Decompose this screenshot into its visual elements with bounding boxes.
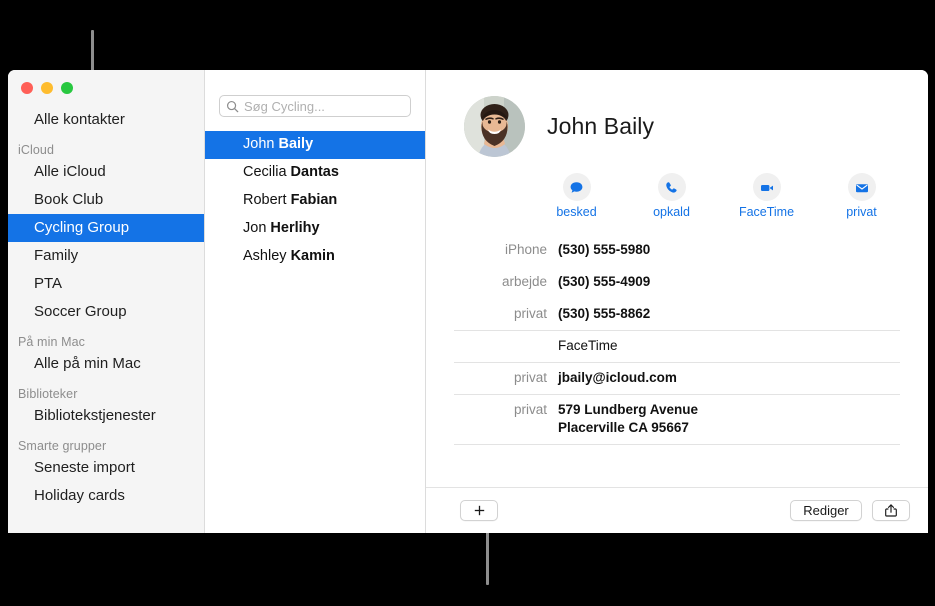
field-label: iPhone — [454, 241, 558, 259]
contact-last-name: Baily — [278, 136, 313, 152]
video-camera-icon — [753, 173, 781, 201]
sidebar-item-seneste-import[interactable]: Seneste import — [8, 454, 204, 482]
sidebar-item-pta[interactable]: PTA — [8, 270, 204, 298]
sidebar-group-header-icloud: iCloud — [8, 143, 204, 158]
contact-first-name: John — [243, 136, 278, 152]
email-action-label: privat — [846, 205, 877, 219]
close-window-button[interactable] — [21, 82, 33, 94]
sidebar-item-book-club[interactable]: Book Club — [8, 186, 204, 214]
avatar[interactable] — [464, 96, 525, 157]
sidebar-item-family[interactable]: Family — [8, 242, 204, 270]
list-item[interactable]: Robert Fabian — [205, 187, 425, 215]
field-label: arbejde — [454, 273, 558, 291]
field-value: jbaily@icloud.com — [558, 369, 677, 387]
contact-first-name: Ashley — [243, 248, 291, 264]
field-value: FaceTime — [558, 337, 618, 355]
list-item[interactable]: Cecilia Dantas — [205, 159, 425, 187]
window-controls — [8, 70, 204, 94]
sidebar-item-alle-pa-min-mac[interactable]: Alle på min Mac — [8, 350, 204, 378]
page-title: John Baily — [547, 113, 654, 140]
contact-last-name: Fabian — [291, 192, 338, 208]
call-action-button[interactable]: opkald — [639, 173, 704, 219]
sidebar-group-header-biblioteker: Biblioteker — [8, 387, 204, 402]
contacts-window: Alle kontakter iCloud Alle iCloud Book C… — [8, 70, 928, 533]
facetime-action-button[interactable]: FaceTime — [734, 173, 799, 219]
field-row-address[interactable]: privat 579 Lundberg Avenue Placerville C… — [454, 395, 900, 445]
detail-toolbar: Rediger — [426, 487, 928, 533]
sidebar-group-header-pa-min-mac: På min Mac — [8, 335, 204, 350]
sidebar-item-cycling-group[interactable]: Cycling Group — [8, 214, 204, 242]
address-line-2: Placerville CA 95667 — [558, 419, 698, 437]
field-row-iphone[interactable]: iPhone (530) 555-5980 — [454, 235, 900, 267]
field-row-email[interactable]: privat jbaily@icloud.com — [454, 363, 900, 395]
callout-line-top — [91, 30, 94, 74]
avatar-photo — [464, 96, 525, 157]
contact-detail-panel: John Baily besked opkald — [426, 70, 928, 533]
field-row-arbejde[interactable]: arbejde (530) 555-4909 — [454, 267, 900, 299]
message-action-label: besked — [556, 205, 596, 219]
minimize-window-button[interactable] — [41, 82, 53, 94]
sidebar-item-bibliotekstjenester[interactable]: Bibliotekstjenester — [8, 402, 204, 430]
facetime-action-label: FaceTime — [739, 205, 794, 219]
sidebar-item-alle-kontakter[interactable]: Alle kontakter — [8, 106, 204, 134]
phone-icon — [658, 173, 686, 201]
contact-last-name: Herlihy — [270, 220, 319, 236]
search-input[interactable] — [244, 99, 404, 114]
add-field-button[interactable] — [460, 500, 498, 521]
search-container — [205, 70, 425, 117]
field-value: (530) 555-4909 — [558, 273, 650, 291]
email-action-button[interactable]: privat — [829, 173, 894, 219]
field-value: (530) 555-8862 — [558, 305, 650, 323]
list-item[interactable]: Ashley Kamin — [205, 243, 425, 271]
contact-first-name: Cecilia — [243, 164, 291, 180]
plus-icon — [473, 504, 486, 517]
zoom-window-button[interactable] — [61, 82, 73, 94]
search-icon — [226, 100, 239, 113]
contact-fields: iPhone (530) 555-5980 arbejde (530) 555-… — [454, 235, 900, 445]
field-label: privat — [454, 401, 558, 419]
call-action-label: opkald — [653, 205, 690, 219]
field-label: privat — [454, 369, 558, 387]
field-row-facetime[interactable]: FaceTime — [454, 331, 900, 363]
contact-last-name: Dantas — [291, 164, 339, 180]
share-icon — [884, 503, 898, 518]
envelope-icon — [848, 173, 876, 201]
contact-list: John Baily Cecilia Dantas Robert Fabian … — [205, 131, 425, 271]
contact-last-name: Kamin — [291, 248, 335, 264]
list-item[interactable]: John Baily — [205, 131, 425, 159]
contact-header: John Baily — [426, 70, 928, 157]
sidebar: Alle kontakter iCloud Alle iCloud Book C… — [8, 70, 205, 533]
quick-action-row: besked opkald FaceTime — [544, 173, 928, 219]
field-row-privat-phone[interactable]: privat (530) 555-8862 — [454, 299, 900, 331]
sidebar-item-alle-icloud[interactable]: Alle iCloud — [8, 158, 204, 186]
share-button[interactable] — [872, 500, 910, 521]
edit-button[interactable]: Rediger — [790, 500, 862, 521]
field-label: privat — [454, 305, 558, 323]
contact-first-name: Robert — [243, 192, 291, 208]
search-field[interactable] — [219, 95, 411, 117]
sidebar-item-soccer-group[interactable]: Soccer Group — [8, 298, 204, 326]
list-item[interactable]: Jon Herlihy — [205, 215, 425, 243]
sidebar-group-header-smarte-grupper: Smarte grupper — [8, 439, 204, 454]
address-line-1: 579 Lundberg Avenue — [558, 401, 698, 419]
contact-list-column: John Baily Cecilia Dantas Robert Fabian … — [205, 70, 426, 533]
message-action-button[interactable]: besked — [544, 173, 609, 219]
field-value: (530) 555-5980 — [558, 241, 650, 259]
sidebar-item-holiday-cards[interactable]: Holiday cards — [8, 482, 204, 510]
message-bubble-icon — [563, 173, 591, 201]
contact-first-name: Jon — [243, 220, 270, 236]
field-value: 579 Lundberg Avenue Placerville CA 95667 — [558, 401, 698, 437]
